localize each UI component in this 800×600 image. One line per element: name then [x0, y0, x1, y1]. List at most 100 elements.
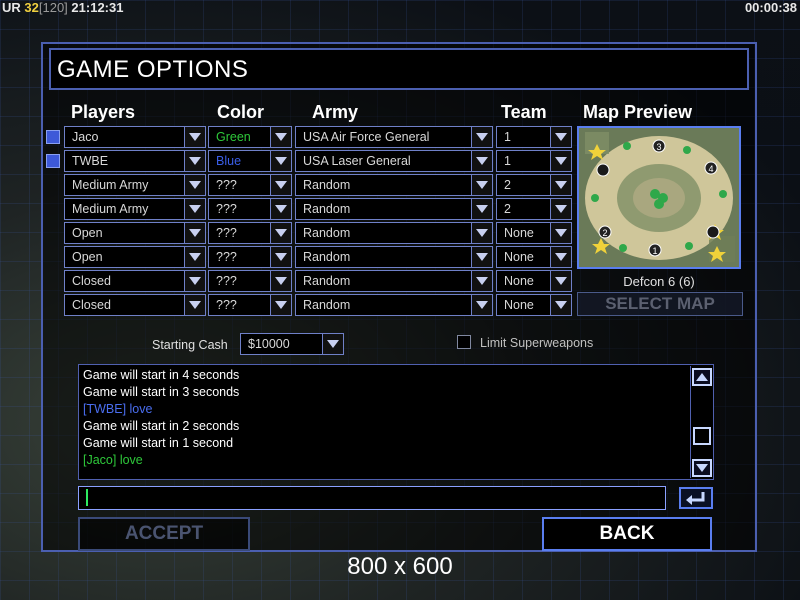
map-preview[interactable]: 3 4 2 1 [577, 126, 741, 269]
army-dropdown[interactable]: Random [295, 174, 493, 196]
accept-button[interactable]: ACCEPT [78, 517, 250, 551]
army-dropdown[interactable]: USA Laser General [295, 150, 493, 172]
chevron-down-icon[interactable] [270, 295, 291, 315]
chevron-down-icon[interactable] [471, 223, 492, 243]
team-dropdown[interactable]: 1 [496, 150, 572, 172]
color-dropdown[interactable]: ??? [208, 246, 292, 268]
player-value: Open [72, 226, 103, 240]
team-dropdown[interactable]: 2 [496, 198, 572, 220]
map-preview-image: 3 4 2 1 [579, 128, 739, 267]
chevron-down-icon[interactable] [550, 271, 571, 291]
army-dropdown[interactable]: Random [295, 198, 493, 220]
player-dropdown[interactable]: Jaco [64, 126, 206, 148]
chevron-down-icon[interactable] [550, 151, 571, 171]
chevron-down-icon[interactable] [471, 175, 492, 195]
team-dropdown[interactable]: 1 [496, 126, 572, 148]
map-name: Defcon 6 (6) [623, 274, 695, 289]
hud-clock: 21:12:31 [71, 0, 124, 15]
chevron-down-icon[interactable] [270, 271, 291, 291]
chevron-down-icon[interactable] [550, 199, 571, 219]
chevron-down-icon[interactable] [184, 271, 205, 291]
team-dropdown[interactable]: None [496, 222, 572, 244]
color-value: ??? [216, 226, 237, 240]
scroll-up-button[interactable] [692, 368, 712, 386]
player-dropdown[interactable]: Closed [64, 270, 206, 292]
player-value: Jaco [72, 130, 99, 144]
color-dropdown[interactable]: ??? [208, 270, 292, 292]
scroll-thumb[interactable] [693, 427, 711, 445]
slot-marker[interactable] [46, 154, 60, 168]
chevron-down-icon[interactable] [270, 175, 291, 195]
map-start-2: 2 [602, 228, 607, 238]
color-value: Blue [216, 154, 242, 168]
chevron-down-icon[interactable] [184, 295, 205, 315]
army-dropdown[interactable]: Random [295, 270, 493, 292]
chat-message: [TWBE] love [83, 402, 153, 416]
chevron-down-icon[interactable] [550, 127, 571, 147]
color-dropdown[interactable]: ??? [208, 198, 292, 220]
player-dropdown[interactable]: Open [64, 222, 206, 244]
chevron-down-icon[interactable] [184, 127, 205, 147]
player-dropdown[interactable]: Medium Army [64, 198, 206, 220]
chevron-down-icon[interactable] [550, 295, 571, 315]
chat-message: [Jaco] love [83, 453, 143, 467]
chevron-down-icon[interactable] [184, 199, 205, 219]
chevron-down-icon[interactable] [550, 223, 571, 243]
army-dropdown[interactable]: Random [295, 222, 493, 244]
limit-superweapons-label: Limit Superweapons [480, 336, 594, 350]
scroll-down-button[interactable] [692, 459, 712, 477]
chevron-down-icon[interactable] [550, 247, 571, 267]
army-dropdown[interactable]: Random [295, 294, 493, 316]
color-dropdown[interactable]: ??? [208, 294, 292, 316]
team-value: 2 [504, 202, 511, 216]
chat-message: Game will start in 4 seconds [83, 368, 240, 382]
chat-input[interactable] [78, 486, 666, 510]
player-value: Medium Army [72, 178, 149, 192]
chevron-down-icon[interactable] [471, 271, 492, 291]
chevron-down-icon[interactable] [270, 223, 291, 243]
player-dropdown[interactable]: Closed [64, 294, 206, 316]
color-dropdown[interactable]: Blue [208, 150, 292, 172]
chevron-down-icon[interactable] [270, 199, 291, 219]
chevron-down-icon[interactable] [270, 151, 291, 171]
chevron-down-icon[interactable] [550, 175, 571, 195]
team-dropdown[interactable]: None [496, 294, 572, 316]
chevron-down-icon[interactable] [184, 247, 205, 267]
chevron-down-icon[interactable] [270, 247, 291, 267]
chevron-down-icon[interactable] [471, 295, 492, 315]
enter-icon [686, 492, 705, 505]
send-button[interactable] [679, 487, 713, 509]
players-header: Players [71, 102, 136, 122]
select-map-button[interactable]: SELECT MAP [577, 292, 743, 316]
color-dropdown[interactable]: ??? [208, 222, 292, 244]
chevron-down-icon[interactable] [184, 175, 205, 195]
chevron-down-icon[interactable] [471, 247, 492, 267]
player-value: Medium Army [72, 202, 149, 216]
chevron-down-icon[interactable] [270, 127, 291, 147]
player-dropdown[interactable]: Open [64, 246, 206, 268]
back-button[interactable]: BACK [542, 517, 712, 551]
hud-status: UR 32[120] 21:12:31 [2, 0, 123, 15]
slot-marker[interactable] [46, 130, 60, 144]
player-dropdown[interactable]: Medium Army [64, 174, 206, 196]
team-value: 1 [504, 130, 511, 144]
team-dropdown[interactable]: 2 [496, 174, 572, 196]
color-dropdown[interactable]: ??? [208, 174, 292, 196]
chevron-down-icon[interactable] [184, 223, 205, 243]
chevron-down-icon[interactable] [184, 151, 205, 171]
color-dropdown[interactable]: Green [208, 126, 292, 148]
player-dropdown[interactable]: TWBE [64, 150, 206, 172]
chevron-down-icon[interactable] [322, 334, 343, 354]
chevron-down-icon[interactable] [471, 127, 492, 147]
team-dropdown[interactable]: None [496, 246, 572, 268]
color-value: ??? [216, 250, 237, 264]
chevron-down-icon[interactable] [471, 199, 492, 219]
army-dropdown[interactable]: USA Air Force General [295, 126, 493, 148]
army-dropdown[interactable]: Random [295, 246, 493, 268]
team-dropdown[interactable]: None [496, 270, 572, 292]
limit-superweapons-checkbox[interactable] [457, 335, 471, 349]
chevron-down-icon[interactable] [471, 151, 492, 171]
color-header: Color [217, 102, 264, 122]
team-value: None [504, 274, 534, 288]
starting-cash-dropdown[interactable]: $10000 [240, 333, 344, 355]
